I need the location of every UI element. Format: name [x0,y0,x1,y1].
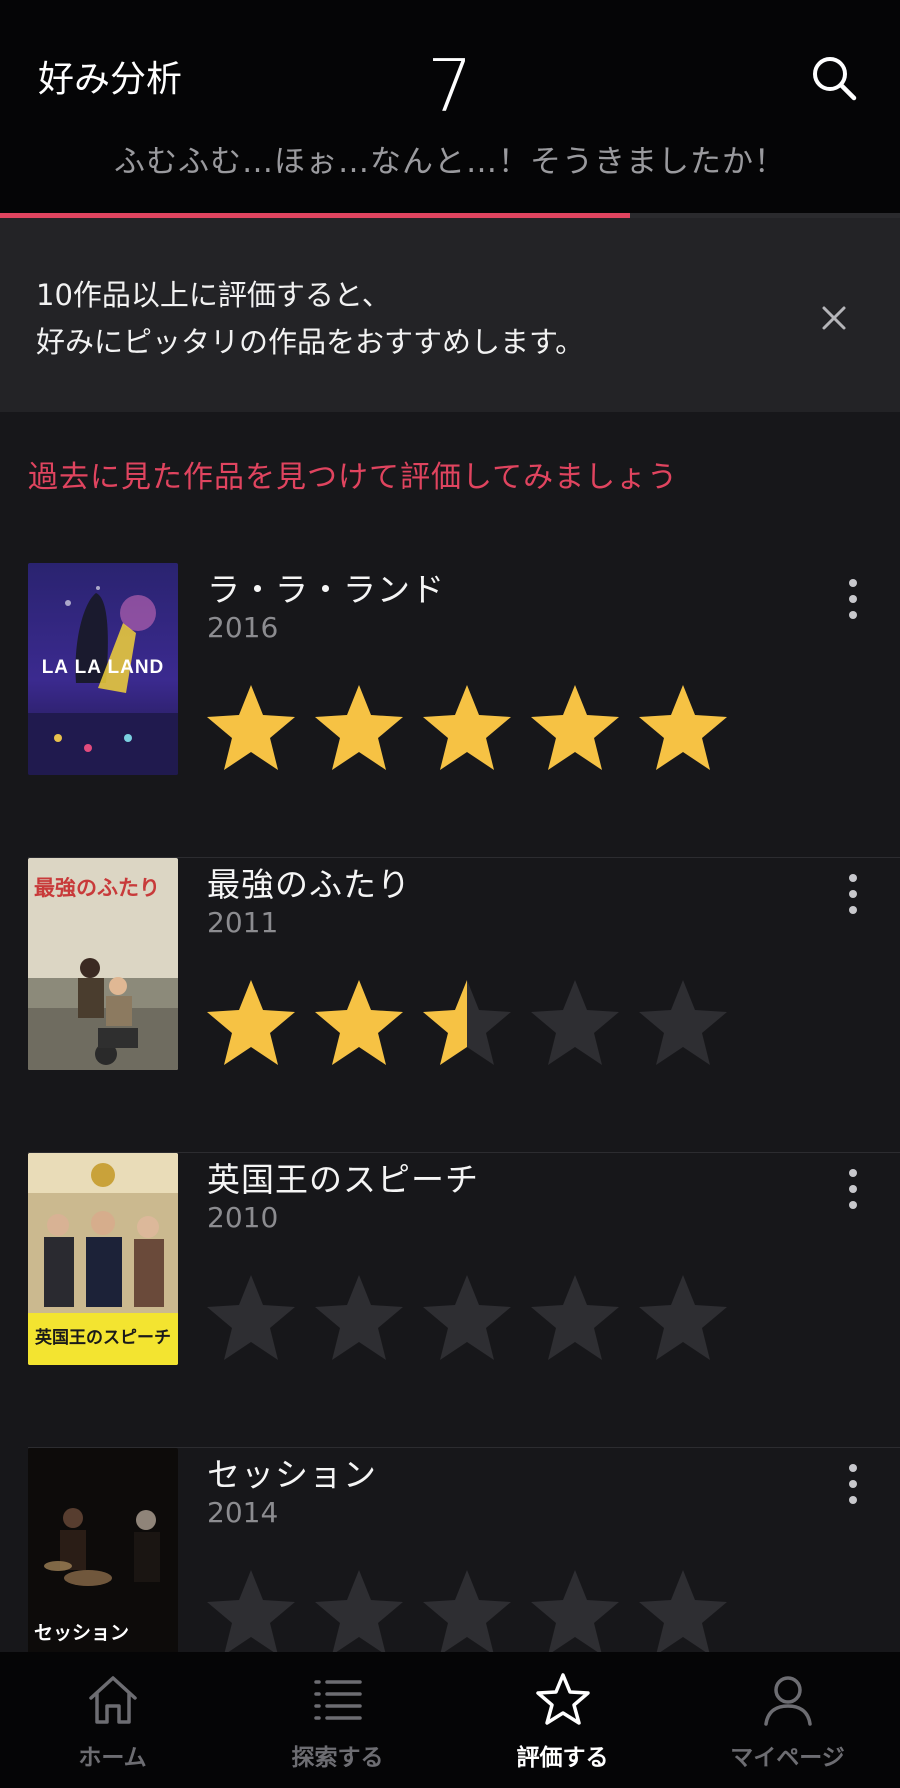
movie-title: ラ・ラ・ランド [207,570,445,609]
poster-title: 最強のふたり [34,876,160,900]
movie-poster[interactable]: セッション [28,1448,178,1660]
star-rating[interactable] [203,976,731,1068]
movie-title: 最強のふたり [207,865,411,904]
movie-title: セッション [207,1455,377,1494]
rating-star[interactable] [203,1271,299,1363]
rating-star[interactable] [419,681,515,773]
home-icon [88,1676,137,1724]
more-options-button[interactable] [834,571,872,627]
more-options-button[interactable] [834,866,872,922]
star-rating[interactable] [203,1271,731,1363]
movie-poster[interactable]: 英国王のスピーチ [28,1153,178,1365]
rating-comment: ふむふむ…ほぉ…なんと…！そうきましたか！ [114,144,786,180]
bottom-tab-bar: ホーム 探索する 評価する マイページ [0,1652,900,1788]
tab-mypage[interactable]: マイページ [675,1652,900,1788]
rating-star[interactable] [527,1566,623,1658]
movie-poster[interactable]: 最強のふたり [28,858,178,1070]
search-button[interactable] [802,46,866,110]
rating-star[interactable] [527,1271,623,1363]
search-icon [813,57,857,101]
movie-title: 英国王のスピーチ [207,1160,479,1199]
tab-rate[interactable]: 評価する [450,1652,675,1788]
rated-count: 7 [427,44,473,128]
movie-year: 2016 [207,611,279,644]
rating-star[interactable] [203,976,299,1068]
rating-star[interactable] [635,1271,731,1363]
movie-poster[interactable]: LA LA LAND [28,563,178,775]
movie-item: 最強のふたり 最強のふたり 2011 [0,858,900,1153]
star-outline-icon [535,1673,590,1725]
poster-title: LA LA LAND [41,657,165,678]
rating-star[interactable] [311,1271,407,1363]
rating-star[interactable] [635,976,731,1068]
movie-year: 2014 [207,1496,279,1529]
rating-star[interactable] [419,1271,515,1363]
more-options-button[interactable] [834,1161,872,1217]
rating-star[interactable] [419,976,515,1068]
movie-year: 2011 [207,906,279,939]
star-rating[interactable] [203,1566,731,1658]
movie-item: 英国王のスピーチ 英国王のスピーチ 2010 [0,1153,900,1448]
banner-text-line2: 好みにピッタリの作品をおすすめします。 [36,325,585,359]
rating-star[interactable] [635,1566,731,1658]
poster-title: 英国王のスピーチ [35,1328,171,1348]
movie-year: 2010 [207,1201,279,1234]
app-header: 好み分析 7 ふむふむ…ほぉ…なんと…！そうきましたか！ [0,0,900,218]
movie-item: LA LA LAND ラ・ラ・ランド 2016 [0,563,900,858]
recommendation-banner: 10作品以上に評価すると、 好みにピッタリの作品をおすすめします。 [0,218,900,412]
rating-star[interactable] [527,976,623,1068]
poster-title: セッション [34,1622,130,1644]
rating-star[interactable] [527,681,623,773]
rating-star[interactable] [635,681,731,773]
rating-star[interactable] [203,1566,299,1658]
rating-star[interactable] [311,976,407,1068]
banner-text-line1: 10作品以上に評価すると、 [36,278,391,312]
rating-star[interactable] [311,1566,407,1658]
rating-star[interactable] [311,681,407,773]
list-icon [313,1680,362,1720]
rating-star[interactable] [419,1566,515,1658]
tab-home[interactable]: ホーム [0,1652,225,1788]
banner-close-button[interactable] [812,296,856,340]
tab-label: 探索する [291,1745,384,1771]
more-options-button[interactable] [834,1456,872,1512]
tab-explore[interactable]: 探索する [225,1652,450,1788]
tab-label: 評価する [516,1745,609,1771]
tab-label: マイページ [730,1745,845,1771]
person-icon [763,1676,812,1726]
rating-star[interactable] [203,681,299,773]
star-rating[interactable] [203,681,731,773]
section-heading: 過去に見た作品を見つけて評価してみましょう [28,460,679,495]
tab-label: ホーム [78,1745,147,1771]
close-icon [822,306,846,330]
